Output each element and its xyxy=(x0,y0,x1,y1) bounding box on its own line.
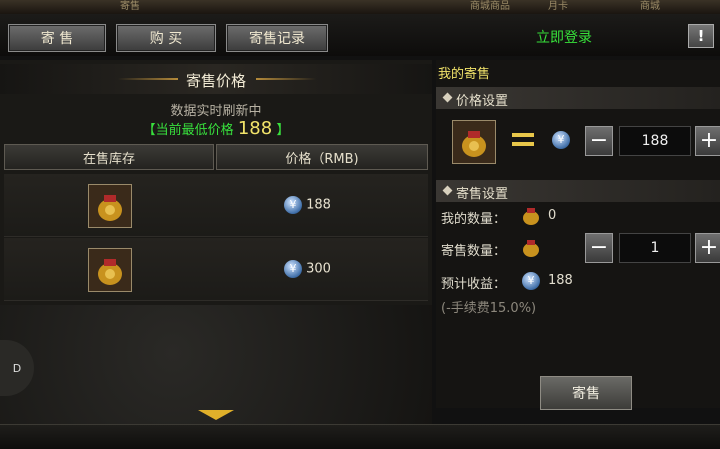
top-strip: 寄售 商城商品 月卡 商城 xyxy=(0,0,720,15)
yuan-coin-icon: ¥ xyxy=(284,196,302,214)
sell-settings-section: 寄售设置 xyxy=(436,180,720,202)
bottom-bar xyxy=(0,424,720,449)
listing-price: ¥ 300 xyxy=(284,260,331,278)
price-panel-header: 寄售价格 xyxy=(0,64,432,94)
equals-icon xyxy=(512,133,534,137)
price-input[interactable]: 188 xyxy=(619,126,691,156)
price-settings-section: 价格设置 xyxy=(436,87,720,109)
listing-price-value: 188 xyxy=(306,197,331,213)
equals-icon-bar xyxy=(512,142,534,146)
expected-income-value: 188 xyxy=(548,273,573,288)
top-strip-item-0: 寄售 xyxy=(120,1,140,12)
tab-bar: 寄 售 购 买 寄售记录 xyxy=(0,14,720,56)
table-row[interactable]: ¥ 300 xyxy=(4,238,428,301)
yuan-coin-icon: ¥ xyxy=(522,272,540,290)
top-strip-item-3: 商城 xyxy=(640,1,660,12)
top-strip-item-1: 商城商品 xyxy=(470,1,510,12)
tab-consign-history[interactable]: 寄售记录 xyxy=(226,24,328,52)
min-price-suffix: 】 xyxy=(276,123,290,138)
diamond-icon xyxy=(442,185,453,196)
login-link[interactable]: 立即登录 xyxy=(536,27,592,47)
gold-bag-icon xyxy=(520,206,542,226)
price-panel-title: 寄售价格 xyxy=(185,72,246,90)
my-quantity-label: 我的数量： xyxy=(441,212,507,227)
sell-quantity-label: 寄售数量： xyxy=(441,244,507,259)
tab-buy[interactable]: 购 买 xyxy=(116,24,216,52)
expand-arrow-icon[interactable] xyxy=(198,410,234,420)
alert-icon[interactable]: ! xyxy=(688,24,714,48)
expected-income-label: 预计收益： xyxy=(441,277,507,292)
gold-bag-icon xyxy=(88,184,132,228)
price-decrease-button[interactable]: − xyxy=(585,126,613,156)
refresh-status: 数据实时刷新中 xyxy=(170,104,262,119)
price-increase-button[interactable]: + xyxy=(695,126,720,156)
listing-price: ¥ 188 xyxy=(284,196,331,214)
sell-button[interactable]: 寄售 xyxy=(540,376,632,410)
table-row[interactable]: ¥ 188 xyxy=(4,174,428,237)
ornament-right-icon xyxy=(256,78,316,80)
diamond-icon xyxy=(442,92,453,103)
quantity-increase-button[interactable]: + xyxy=(695,233,720,263)
min-price-label: 【当前最低价格 xyxy=(142,123,234,138)
panel-background xyxy=(0,305,432,425)
column-stock: 在售库存 xyxy=(4,144,215,170)
my-quantity-value: 0 xyxy=(548,208,557,223)
min-price-value: 188 xyxy=(237,118,273,139)
listing-price-value: 300 xyxy=(306,261,331,277)
top-strip-item-2: 月卡 xyxy=(548,1,568,12)
gold-bag-icon xyxy=(88,248,132,292)
sell-settings-label: 寄售设置 xyxy=(456,187,509,202)
price-settings-label: 价格设置 xyxy=(456,94,509,109)
quantity-input[interactable]: 1 xyxy=(619,233,691,263)
quantity-decrease-button[interactable]: − xyxy=(585,233,613,263)
column-price: 价格（RMB) xyxy=(216,144,428,170)
my-consign-heading: 我的寄售 xyxy=(438,67,491,82)
gold-bag-icon xyxy=(520,238,542,258)
gold-bag-icon xyxy=(452,120,496,164)
fee-note: (-手续费15.0%) xyxy=(441,301,537,316)
tab-consign[interactable]: 寄 售 xyxy=(8,24,106,52)
min-price: 【当前最低价格 188 】 xyxy=(0,118,432,139)
yuan-coin-icon: ¥ xyxy=(284,260,302,278)
listing-table-header: 在售库存 价格（RMB) xyxy=(4,144,428,170)
yuan-coin-icon: ¥ xyxy=(552,131,570,149)
